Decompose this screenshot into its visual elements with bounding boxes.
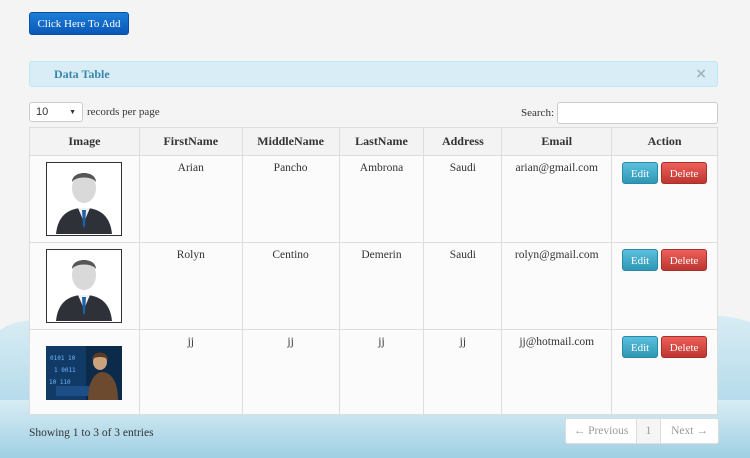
lastname-cell: Demerin [338,242,425,330]
chevron-down-icon: ▼ [69,108,76,116]
svg-text:10 110: 10 110 [49,379,71,386]
records-per-page-control: 10 ▼ records per page [29,102,160,122]
svg-text:1 0011: 1 0011 [54,367,76,374]
data-table-panel-header: Data Table × [29,61,718,87]
edit-button[interactable]: Edit [622,162,659,184]
avatar-icon [46,249,123,323]
table-row: 0101 10 1 0011 10 110 jj jj jj jj jj@hot… [29,329,718,415]
firstname-cell: Arian [138,155,243,243]
action-cell: Edit Delete [611,155,718,243]
table-row: Rolyn Centino Demerin Saudi rolyn@gmail.… [29,242,718,330]
image-cell [29,155,140,243]
address-cell: Saudi [423,242,503,330]
search-input[interactable] [557,102,718,124]
address-cell: jj [423,329,503,415]
delete-button[interactable]: Delete [661,336,708,358]
middlename-cell: Pancho [241,155,340,243]
middlename-cell: Centino [241,242,340,330]
search-control: Search: [521,102,718,124]
table-header-row: Image FirstName MiddleName LastName Addr… [29,127,718,156]
table-info: Showing 1 to 3 of 3 entries [29,427,154,439]
avatar-icon [46,162,123,236]
firstname-cell: Rolyn [138,242,243,330]
edit-button[interactable]: Edit [622,336,659,358]
close-icon[interactable]: × [695,66,707,82]
firstname-cell: jj [138,329,243,415]
lastname-cell: Ambrona [338,155,425,243]
page-number-button[interactable]: 1 [637,419,661,443]
middlename-cell: jj [241,329,340,415]
action-cell: Edit Delete [611,242,718,330]
column-header-middlename[interactable]: MiddleName [241,127,340,156]
search-label: Search: [521,107,554,119]
delete-button[interactable]: Delete [661,162,708,184]
email-cell: rolyn@gmail.com [501,242,613,330]
email-cell: jj@hotmail.com [501,329,613,415]
data-table: Image FirstName MiddleName LastName Addr… [29,127,718,415]
email-cell: arian@gmail.com [501,155,613,243]
image-cell: 0101 10 1 0011 10 110 [29,329,140,415]
user-photo: 0101 10 1 0011 10 110 [46,346,123,400]
pagination: ← Previous 1 Next → [565,418,719,444]
svg-text:0101 10: 0101 10 [50,355,76,362]
panel-title: Data Table [54,66,110,81]
previous-page-button[interactable]: ← Previous [566,419,637,443]
records-per-page-label: records per page [87,106,160,118]
action-cell: Edit Delete [611,329,718,415]
table-row: Arian Pancho Ambrona Saudi arian@gmail.c… [29,155,718,243]
records-per-page-value: 10 [36,106,49,118]
column-header-address[interactable]: Address [423,127,503,156]
column-header-action: Action [611,127,718,156]
column-header-firstname[interactable]: FirstName [138,127,243,156]
address-cell: Saudi [423,155,503,243]
column-header-lastname[interactable]: LastName [338,127,425,156]
edit-button[interactable]: Edit [622,249,659,271]
next-page-button[interactable]: Next → [661,419,718,443]
column-header-email[interactable]: Email [501,127,613,156]
delete-button[interactable]: Delete [661,249,708,271]
image-cell [29,242,140,330]
records-per-page-select[interactable]: 10 ▼ [29,102,83,122]
column-header-image[interactable]: Image [29,127,140,156]
add-record-button[interactable]: Click Here To Add [29,12,129,35]
lastname-cell: jj [338,329,425,415]
